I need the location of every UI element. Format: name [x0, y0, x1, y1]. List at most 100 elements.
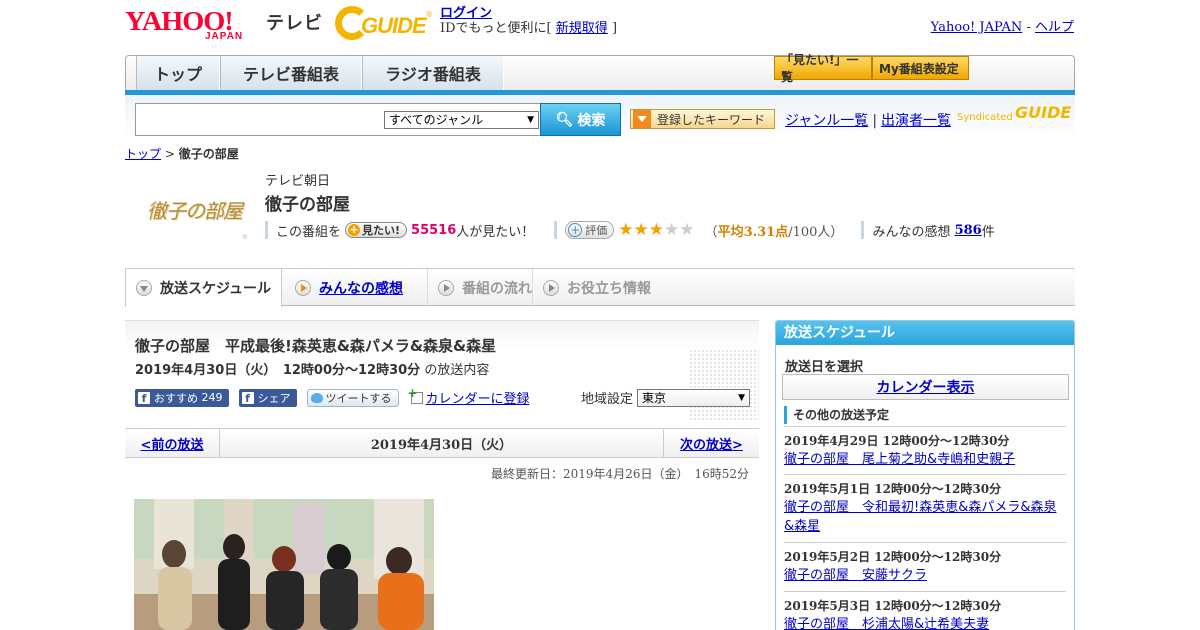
play-arrow-icon [543, 279, 559, 296]
schedule-title-link[interactable]: 徹子の部屋 杉浦太陽&辻希美夫妻 [784, 617, 989, 630]
performer-list-link[interactable]: 出演者一覧 [881, 113, 951, 129]
search-icon: 🔍︎ [555, 111, 574, 128]
star-icon: ★ [633, 220, 649, 240]
prev-broadcast-link[interactable]: <前の放送 [141, 434, 204, 453]
schedule-date: 2019年4月29日 12時00分～12時30分 [784, 434, 1010, 448]
rating-stars: ★★★★★ [618, 221, 694, 239]
search-button[interactable]: 🔍︎ 検索 [540, 103, 621, 136]
facebook-icon: f [241, 391, 254, 405]
twitter-bird-icon [310, 392, 323, 403]
schedule-date: 2019年5月2日 12時00分～12時30分 [784, 550, 1002, 564]
subtab-impressions[interactable]: みんなの感想 [295, 269, 403, 306]
list-item: 2019年5月3日 12時00分～12時30分 徹子の部屋 杉浦太陽&辻希美夫妻 [784, 591, 1066, 630]
gguide-logo[interactable]: GUIDE ® [335, 6, 435, 42]
subtab-info: お役立ち情報 [532, 269, 651, 306]
genre-select-value: すべてのジャンル [389, 113, 484, 127]
nav-tab-tv-schedule[interactable]: テレビ番組表 [220, 56, 362, 90]
my-schedule-settings-button[interactable]: My番組表設定 [872, 56, 969, 80]
facebook-share-button[interactable]: f シェア [238, 388, 297, 407]
breadcrumb-current: 徹子の部屋 [178, 147, 239, 161]
signup-link[interactable]: 新規取得 [556, 21, 608, 36]
schedule-date: 2019年5月1日 12時00分～12時30分 [784, 482, 1002, 496]
nav-tab-top[interactable]: トップ [136, 56, 220, 90]
breadcrumb: トップ > 徹子の部屋 [125, 147, 239, 161]
japan-wordmark: JAPAN [205, 31, 244, 42]
mitai-list-button[interactable]: 「見たい!」一覧 [774, 53, 872, 84]
tv-wordmark: テレビ [266, 13, 323, 34]
subtab-schedule[interactable]: 放送スケジュール [125, 269, 282, 307]
calendar-add-icon [408, 386, 423, 404]
dropdown-arrow-icon: ▼ [527, 115, 534, 125]
decorative-dots [689, 349, 759, 421]
search-bar: すべてのジャンル ▼ 🔍︎ 検索 登録したキーワード ジャンル一覧 | 出演者一覧 … [125, 95, 1075, 140]
rating-average: 平均3.31点 [717, 224, 789, 240]
star-icon: ★ [618, 220, 634, 240]
tweet-button[interactable]: ツイートする [306, 388, 399, 407]
plus-icon: + [568, 223, 583, 237]
program-logo-image: 徹子の部屋 © [147, 198, 248, 242]
star-icon: ★ [648, 220, 665, 240]
station-name: テレビ朝日 [265, 174, 331, 189]
program-title: 徹子の部屋 [265, 195, 350, 215]
syndicated-gguide-logo: Syndicated GUIDE [957, 103, 1072, 123]
calendar-register[interactable]: カレンダーに登録 [408, 386, 530, 408]
login-link[interactable]: ログイン [440, 6, 492, 21]
subtab-flow: 番組の流れ [427, 269, 532, 306]
calendar-view-button[interactable]: カレンダー表示 [782, 374, 1069, 400]
mitai-count: 55516 [411, 222, 457, 238]
play-arrow-icon [295, 279, 311, 296]
facebook-icon: f [138, 391, 150, 405]
next-broadcast-link[interactable]: 次の放送> [680, 434, 743, 453]
current-broadcast-date: 2019年4月30日（火） [370, 437, 513, 453]
episode-photo [134, 499, 434, 630]
date-select-label: 放送日を選択 [785, 360, 864, 375]
side-panel-title: 放送スケジュール [776, 321, 1074, 345]
rating-count: /100人） [788, 224, 844, 240]
schedule-title-link[interactable]: 徹子の部屋 安藤サクラ [784, 568, 927, 583]
list-item: 2019年5月1日 12時00分～12時30分 徹子の部屋 令和最初!森英恵&森… [784, 474, 1066, 536]
yahoo-japan-tv-logo[interactable]: YAHOO! JAPAN テレビ [125, 6, 325, 46]
breadcrumb-top-link[interactable]: トップ [125, 147, 161, 161]
genre-list-link[interactable]: ジャンル一覧 [785, 113, 868, 129]
nav-tab-radio-schedule[interactable]: ラジオ番組表 [362, 56, 504, 90]
genre-select[interactable]: すべてのジャンル ▼ [384, 111, 539, 129]
schedule-title-link[interactable]: 徹子の部屋 尾上菊之助&寺嶋和史親子 [784, 452, 1015, 467]
dropdown-arrow-icon: ▼ [738, 392, 746, 403]
episode-title: 徹子の部屋 平成最後!森英恵&森パメラ&森泉&森星 [135, 337, 497, 355]
broadcast-pager: <前の放送 2019年4月30日（火） 次の放送> [125, 428, 759, 458]
plus-icon: + [348, 223, 361, 236]
program-subtabs: 放送スケジュール みんなの感想 番組の流れ お役立ち情報 [125, 268, 1075, 307]
region-setting: 地域設定 東京 ▼ [581, 388, 751, 407]
list-item: 2019年5月2日 12時00分～12時30分 徹子の部屋 安藤サクラ [784, 542, 1066, 585]
play-arrow-icon [438, 279, 454, 296]
star-icon: ★ [679, 220, 695, 240]
episode-photo-art [134, 499, 434, 630]
list-item: 2019年4月29日 12時00分～12時30分 徹子の部屋 尾上菊之助&寺嶋和… [784, 426, 1066, 469]
episode-time: 2019年4月30日（火） 12時00分～12時30分 の放送内容 [135, 363, 490, 378]
schedule-title-link[interactable]: 徹子の部屋 令和最初!森英恵&森パメラ&森泉&森星 [784, 498, 1066, 536]
gguide-wordmark: GUIDE [361, 13, 427, 38]
facebook-recommend-button[interactable]: f おすすめ 249 [135, 388, 229, 407]
impressions-count-link[interactable]: 586 [955, 223, 982, 238]
social-buttons: f おすすめ 249 f シェア ツイートする カレンダーに登録 [135, 386, 530, 408]
last-updated: 最終更新日：2019年4月26日（金） 16時52分 [491, 467, 749, 481]
chevron-down-icon [633, 110, 651, 128]
yahoo-japan-link[interactable]: Yahoo! JAPAN [931, 20, 1023, 35]
top-right-links: Yahoo! JAPAN - ヘルプ [930, 20, 1074, 35]
chevron-down-icon [136, 280, 152, 296]
mitai-button[interactable]: + 見たい! [345, 222, 408, 238]
login-area: ログイン IDでもっと便利に[ 新規取得 ] [440, 6, 618, 36]
program-stats: この番組を + 見たい! 55516 人が見たい！ + 評価 ★★★★★ （ 平… [265, 220, 995, 240]
star-icon: ★ [664, 220, 680, 240]
side-schedule-panel: 放送スケジュール 放送日を選択 カレンダー表示 その他の放送予定 2019年4月… [775, 320, 1075, 630]
main-nav: トップ テレビ番組表 ラジオ番組表 「見たい!」一覧 My番組表設定 [125, 53, 1075, 95]
help-link[interactable]: ヘルプ [1035, 20, 1074, 35]
registered-keywords-button[interactable]: 登録したキーワード [630, 109, 775, 129]
schedule-date: 2019年5月3日 12時00分～12時30分 [784, 599, 1002, 613]
region-select[interactable]: 東京 ▼ [637, 388, 751, 407]
other-schedule-label: その他の放送予定 [784, 406, 889, 424]
episode-header: 徹子の部屋 平成最後!森英恵&森パメラ&森泉&森星 2019年4月30日（火） … [125, 320, 759, 421]
login-promo-text: IDでもっと便利に[ [440, 21, 552, 36]
rate-button[interactable]: + 評価 [565, 221, 615, 239]
search-links: ジャンル一覧 | 出演者一覧 [785, 113, 952, 129]
